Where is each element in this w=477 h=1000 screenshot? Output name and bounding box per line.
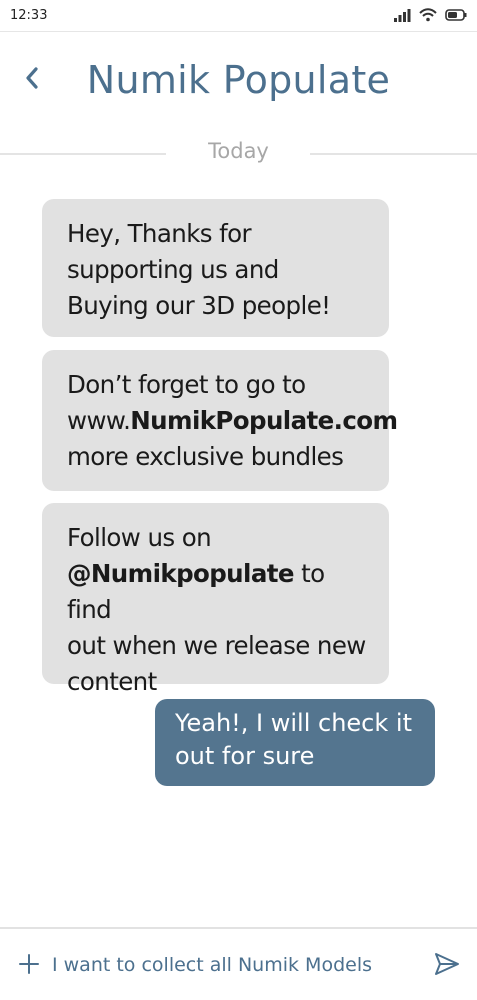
message-line: Hey, Thanks for	[67, 219, 252, 248]
message-line: content	[67, 667, 157, 696]
message-composer	[0, 929, 477, 1000]
social-handle-link[interactable]: @Numikpopulate	[67, 559, 294, 588]
date-label: Today	[208, 139, 269, 163]
chat-header: Numik Populate	[0, 32, 477, 134]
send-button[interactable]	[432, 949, 462, 979]
plus-icon	[19, 954, 39, 974]
message-line: out when we release new	[67, 631, 366, 660]
send-icon	[435, 953, 459, 975]
status-time: 12:33	[10, 8, 48, 23]
message-line: Buying our 3D people!	[67, 291, 331, 320]
incoming-message: Hey, Thanks for supporting us and Buying…	[42, 199, 389, 337]
message-input[interactable]	[52, 949, 418, 981]
divider-line-right	[310, 153, 477, 155]
message-line: @Numikpopulate to find	[67, 556, 371, 628]
signal-icon	[394, 8, 411, 22]
incoming-message: Don’t forget to go to www.NumikPopulate.…	[42, 350, 398, 491]
battery-icon	[445, 9, 467, 21]
add-attachment-button[interactable]	[16, 951, 42, 977]
link-prefix: www.	[67, 406, 131, 435]
message-line: out for sure	[175, 742, 315, 770]
message-line: more exclusive bundles	[67, 442, 344, 471]
page-title: Numik Populate	[86, 58, 391, 102]
message-line: Yeah!, I will check it	[175, 709, 412, 737]
message-line: www.NumikPopulate.com	[67, 403, 398, 439]
message-line: Don’t forget to go to	[67, 370, 306, 399]
incoming-message: Follow us on @Numikpopulate to find out …	[42, 503, 389, 696]
wifi-icon	[419, 8, 437, 22]
outgoing-message: Yeah!, I will check it out for sure	[155, 699, 435, 786]
website-link[interactable]: NumikPopulate.com	[130, 406, 398, 435]
message-line: Follow us on	[67, 523, 212, 552]
status-icons	[394, 8, 467, 22]
message-line: supporting us and	[67, 255, 279, 284]
date-divider: Today	[0, 137, 477, 169]
status-bar: 12:33	[0, 0, 477, 32]
